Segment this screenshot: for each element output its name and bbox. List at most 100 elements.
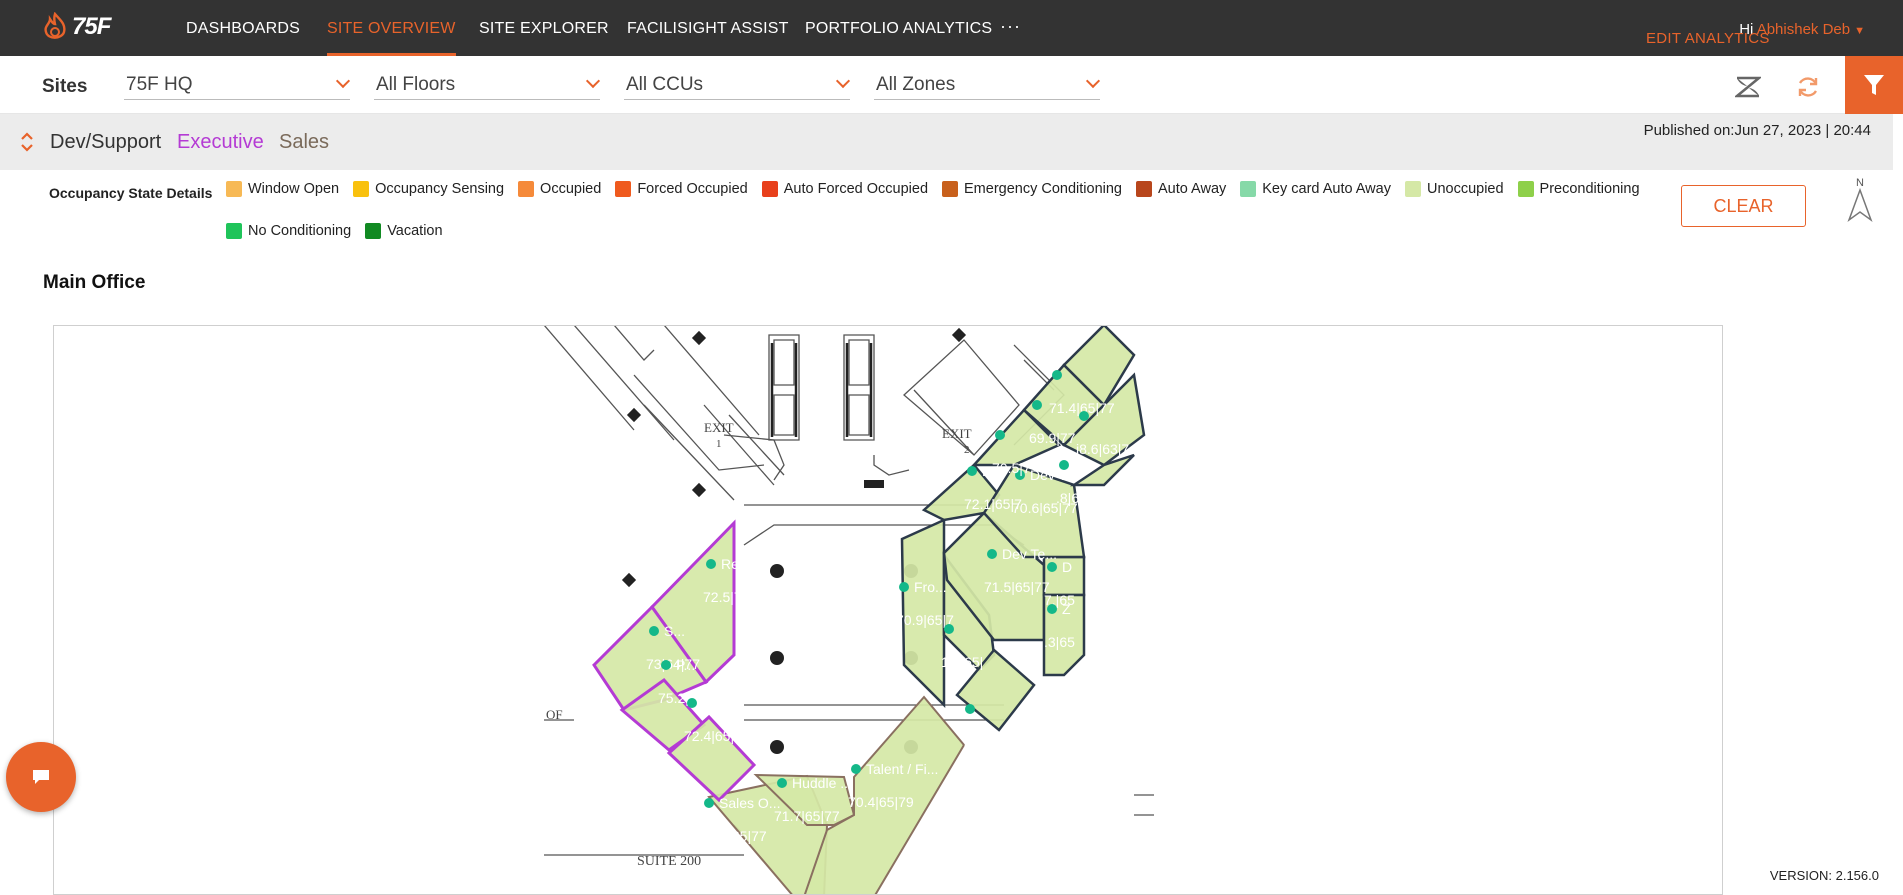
tab-executive[interactable]: Executive	[177, 131, 264, 154]
legend-item[interactable]: Key card Auto Away	[1240, 180, 1391, 198]
nav-site-explorer[interactable]: SITE EXPLORER	[479, 0, 609, 56]
zone-name: E...	[702, 695, 723, 711]
floor-select[interactable]: All Floors	[374, 72, 601, 100]
zone-sensor-dot[interactable]	[851, 764, 861, 774]
zone-temperatures: i8.6|63|7	[1076, 441, 1129, 457]
zone-sensor-dot[interactable]	[899, 582, 909, 592]
legend-label: Window Open	[248, 181, 340, 197]
zone-temperatures: 70.4|65|79	[848, 794, 914, 810]
chevron-down-icon	[335, 73, 351, 89]
legend-swatch	[1240, 181, 1257, 197]
clear-button[interactable]: CLEAR	[1681, 185, 1806, 227]
of-label: OF	[546, 707, 563, 722]
site-select[interactable]: 75F HQ	[124, 72, 351, 100]
logo[interactable]: 75F	[42, 12, 111, 42]
refresh-icon[interactable]	[1795, 74, 1821, 100]
legend-item[interactable]: Auto Away	[1136, 180, 1226, 198]
zone-sensor-dot[interactable]	[1052, 370, 1062, 380]
legend-swatch	[1136, 181, 1152, 197]
chevron-down-icon	[835, 73, 851, 89]
zone-sensor-dot[interactable]	[1059, 460, 1069, 470]
legend-item[interactable]: Occupied	[518, 180, 601, 198]
legend-item[interactable]: Occupancy Sensing	[353, 180, 504, 198]
sites-label: Sites	[42, 76, 88, 97]
logo-text: 75F	[72, 13, 111, 40]
zone-sensor-dot[interactable]	[777, 778, 787, 788]
filter-button[interactable]	[1845, 56, 1903, 114]
legend-item[interactable]: No Conditioning	[226, 222, 351, 240]
nav-facilisight-assist[interactable]: FACILISIGHT ASSIST	[627, 0, 789, 56]
zone-name: Z	[1062, 601, 1071, 617]
flame-icon	[44, 12, 66, 39]
zone-sensor-dot[interactable]	[706, 559, 716, 569]
chevron-down-icon	[1085, 73, 1101, 89]
edit-analytics-link[interactable]: EDIT ANALYTICS	[1646, 30, 1770, 47]
svg-text:N: N	[1856, 177, 1864, 189]
legend-item[interactable]: Forced Occupied	[615, 180, 748, 198]
legend-label: Preconditioning	[1539, 181, 1640, 197]
zone-sensor-dot[interactable]	[649, 626, 659, 636]
zone-sensor-dot[interactable]	[967, 466, 977, 476]
zone-name: Dev Te...	[1002, 546, 1057, 562]
occupancy-legend: Window Open Occupancy Sensing Occupied Forc…	[226, 180, 1681, 240]
legend-swatch	[615, 181, 632, 197]
zone-sensor-dot[interactable]	[687, 698, 697, 708]
zendesk-icon[interactable]	[1735, 74, 1761, 100]
legend-label: Unoccupied	[1426, 181, 1504, 197]
nav-site-overview[interactable]: SITE OVERVIEW	[327, 0, 456, 56]
legend-item[interactable]: Window Open	[226, 180, 339, 198]
nav-portfolio-analytics[interactable]: PORTFOLIO ANALYTICS	[805, 0, 992, 56]
legend-item[interactable]: Auto Forced Occupied	[761, 180, 929, 198]
zone-sensor-dot[interactable]	[661, 660, 671, 670]
legend-label: No Conditioning	[248, 223, 352, 239]
zone-sensor-dot[interactable]	[1047, 604, 1057, 614]
zone-sensor-dot[interactable]	[1047, 562, 1057, 572]
zone-name: S...	[664, 623, 685, 639]
legend-item[interactable]: Unoccupied	[1404, 180, 1504, 198]
tab-sales[interactable]: Sales	[279, 131, 329, 154]
floor-plan: EXIT 1 EXIT 2 OF SUITE 200 Rec... 72.5|7…	[53, 325, 1723, 895]
zone-temperatures: 71.7|65|77	[774, 808, 840, 824]
zone-sensor-dot[interactable]	[704, 798, 714, 808]
tab-dev-support[interactable]: Dev/Support	[50, 131, 161, 154]
zone-sensor-dot[interactable]	[944, 624, 954, 634]
legend-label: Vacation	[387, 223, 443, 239]
legend-swatch	[1517, 181, 1534, 197]
legend-swatch	[761, 181, 778, 197]
zone-sensor-dot[interactable]	[1079, 411, 1089, 421]
legend-label: Auto Away	[1158, 181, 1227, 197]
nav-dashboards[interactable]: DASHBOARDS	[186, 0, 300, 56]
chat-button[interactable]	[6, 742, 76, 812]
filter-bar: Sites 75F HQ All Floors All CCUs All Zon…	[0, 56, 1903, 114]
user-menu[interactable]: Hi Abhishek Deb ▼	[1739, 0, 1865, 56]
zone-sensor-dot[interactable]	[965, 704, 975, 714]
zone-sensor-dot[interactable]	[987, 549, 997, 559]
user-name: Abhishek Deb	[1756, 21, 1851, 38]
legend-item[interactable]: Emergency Conditioning	[942, 180, 1122, 198]
floor-select-value: All Floors	[376, 74, 456, 95]
zone-sensor-dot[interactable]	[995, 430, 1005, 440]
legend-swatch	[226, 181, 242, 197]
zone-temperatures: 1.3|65|	[941, 654, 983, 670]
zone-select[interactable]: All Zones	[874, 72, 1101, 100]
zone-name: Fro...	[914, 579, 947, 595]
exit-2-label: EXIT	[942, 426, 972, 441]
legend-item[interactable]: Vacation	[365, 222, 443, 240]
exit-1-label: EXIT	[704, 420, 734, 435]
zone-select-value: All Zones	[876, 74, 956, 95]
zone-temperatures: 71.5|65|77	[984, 579, 1050, 595]
legend-label: Auto Forced Occupied	[783, 181, 929, 197]
top-navbar: 75F DASHBOARDS SITE OVERVIEW SITE EXPLOR…	[0, 0, 1903, 56]
zone-temperatures: 72|65|7	[962, 734, 1008, 750]
legend-swatch	[353, 181, 370, 197]
more-menu-icon[interactable]: ···	[1000, 16, 1021, 37]
version-label: VERSION: 2.156.0	[1769, 868, 1879, 883]
legend-label: Occupied	[540, 181, 602, 197]
legend-title: Occupancy State Details	[49, 185, 213, 201]
legend-item[interactable]: Preconditioning	[1517, 180, 1640, 198]
zone-name: Huddle ...	[792, 775, 852, 791]
ccu-select[interactable]: All CCUs	[624, 72, 851, 100]
north-compass-icon: N	[1847, 177, 1873, 223]
expand-collapse-icon[interactable]	[20, 130, 34, 154]
zone-sensor-dot[interactable]	[1032, 400, 1042, 410]
